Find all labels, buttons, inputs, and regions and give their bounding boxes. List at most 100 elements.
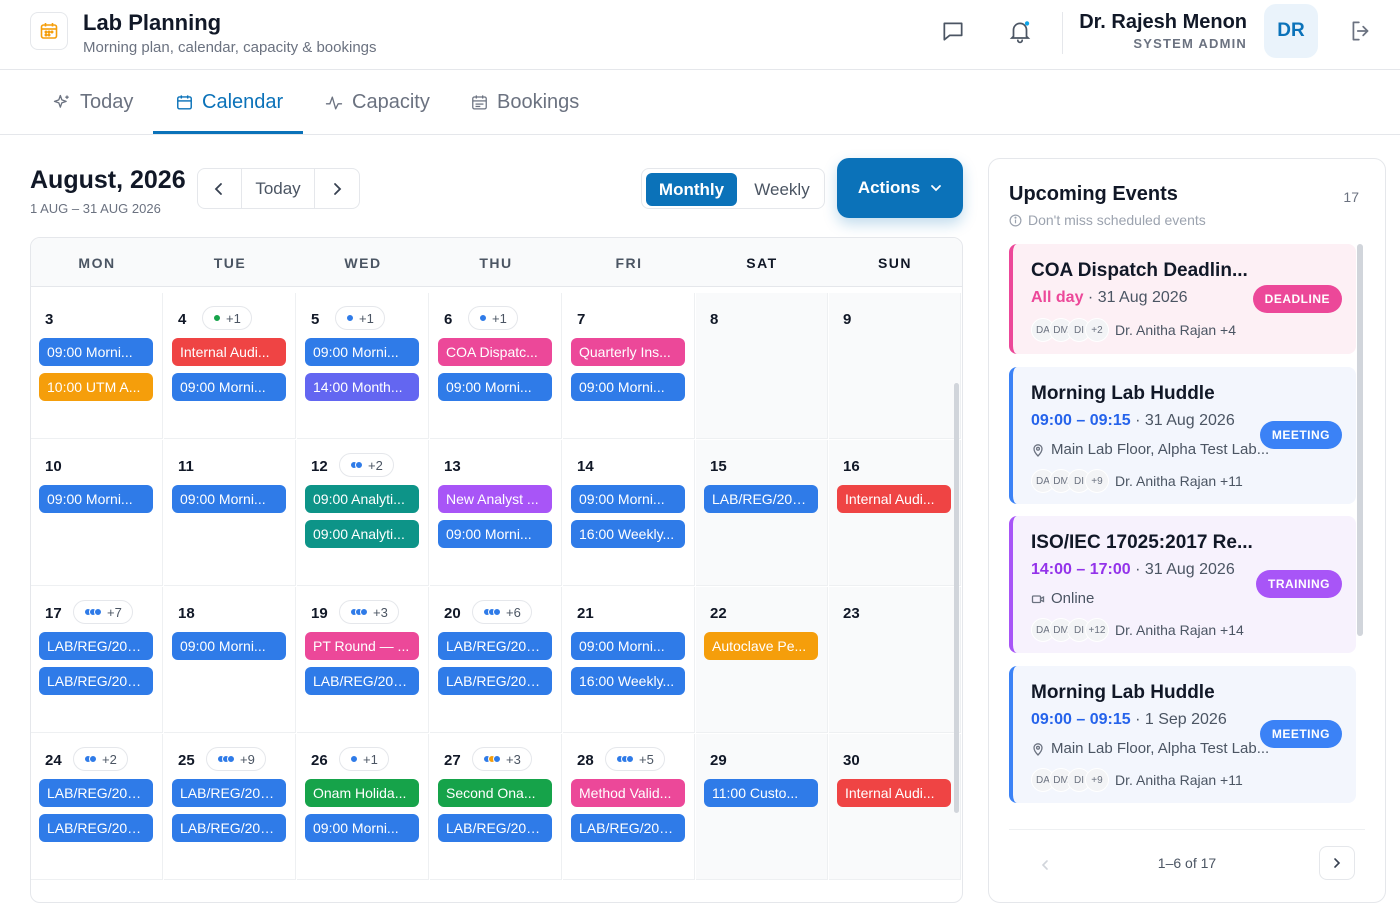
- day-cell[interactable]: 15 LAB/REG/202...: [696, 440, 828, 586]
- chat-icon[interactable]: [939, 17, 967, 45]
- event-chip[interactable]: LAB/REG/202...: [39, 814, 153, 842]
- event-card[interactable]: ISO/IEC 17025:2017 Re... 14:00 – 17:00 · …: [1009, 516, 1356, 653]
- more-events-badge[interactable]: +3: [339, 600, 399, 624]
- event-card[interactable]: Morning Lab Huddle 09:00 – 09:15 · 1 Sep …: [1009, 666, 1356, 803]
- tab-capacity[interactable]: Capacity: [324, 71, 430, 134]
- event-chip[interactable]: LAB/REG/202...: [39, 632, 153, 660]
- event-chip[interactable]: Internal Audi...: [837, 779, 951, 807]
- event-chip[interactable]: 14:00 Month...: [305, 373, 419, 401]
- event-chip[interactable]: Internal Audi...: [172, 338, 286, 366]
- day-cell[interactable]: 9: [829, 293, 961, 439]
- event-chip[interactable]: 09:00 Morni...: [305, 814, 419, 842]
- day-cell[interactable]: 12 +2 09:00 Analyti... 09:00 Analyti...: [297, 440, 429, 586]
- tab-calendar[interactable]: Calendar: [175, 71, 283, 134]
- event-chip[interactable]: 09:00 Morni...: [438, 520, 552, 548]
- event-chip[interactable]: Quarterly Ins...: [571, 338, 685, 366]
- today-button[interactable]: Today: [242, 169, 316, 208]
- day-cell[interactable]: 22 Autoclave Pe...: [696, 587, 828, 733]
- day-cell[interactable]: 13 New Analyst ... 09:00 Morni...: [430, 440, 562, 586]
- event-chip[interactable]: 16:00 Weekly...: [571, 520, 685, 548]
- event-chip[interactable]: Internal Audi...: [837, 485, 951, 513]
- more-events-badge[interactable]: +2: [73, 747, 128, 771]
- more-events-badge[interactable]: +6: [472, 600, 532, 624]
- event-chip[interactable]: LAB/REG/202...: [571, 814, 685, 842]
- avatar[interactable]: DR: [1264, 4, 1318, 58]
- day-cell[interactable]: 18 09:00 Morni...: [164, 587, 296, 733]
- event-chip[interactable]: 09:00 Morni...: [172, 373, 286, 401]
- tab-bookings[interactable]: Bookings: [470, 71, 579, 134]
- event-card[interactable]: Morning Lab Huddle 09:00 – 09:15 · 31 Aug…: [1009, 367, 1356, 504]
- logout-icon[interactable]: [1347, 17, 1375, 45]
- event-chip[interactable]: 16:00 Weekly...: [571, 667, 685, 695]
- more-events-badge[interactable]: +3: [472, 747, 532, 771]
- day-cell[interactable]: 16 Internal Audi...: [829, 440, 961, 586]
- more-events-badge[interactable]: +1: [339, 747, 389, 771]
- day-cell[interactable]: 19 +3 PT Round — ... LAB/REG/202...: [297, 587, 429, 733]
- more-events-badge[interactable]: +2: [339, 453, 394, 477]
- day-cell[interactable]: 8: [696, 293, 828, 439]
- day-cell[interactable]: 7 Quarterly Ins... 09:00 Morni...: [563, 293, 695, 439]
- event-chip[interactable]: 09:00 Morni...: [172, 632, 286, 660]
- event-chip[interactable]: 09:00 Morni...: [39, 485, 153, 513]
- day-cell[interactable]: 28 +5 Method Valid... LAB/REG/202...: [563, 734, 695, 880]
- next-page-button[interactable]: [1319, 846, 1355, 880]
- day-cell[interactable]: 14 09:00 Morni... 16:00 Weekly...: [563, 440, 695, 586]
- event-chip[interactable]: 10:00 UTM A...: [39, 373, 153, 401]
- day-cell[interactable]: 27 +3 Second Ona... LAB/REG/202...: [430, 734, 562, 880]
- day-cell[interactable]: 11 09:00 Morni...: [164, 440, 296, 586]
- event-chip[interactable]: Onam Holida...: [305, 779, 419, 807]
- event-chip[interactable]: Autoclave Pe...: [704, 632, 818, 660]
- actions-button[interactable]: Actions: [837, 158, 963, 218]
- event-chip[interactable]: 09:00 Analyti...: [305, 485, 419, 513]
- day-cell[interactable]: 24 +2 LAB/REG/202... LAB/REG/202...: [31, 734, 163, 880]
- event-chip[interactable]: 11:00 Custo...: [704, 779, 818, 807]
- event-chip[interactable]: LAB/REG/202...: [438, 667, 552, 695]
- event-chip[interactable]: Second Ona...: [438, 779, 552, 807]
- day-cell[interactable]: 3 09:00 Morni... 10:00 UTM A...: [31, 293, 163, 439]
- event-chip[interactable]: LAB/REG/202...: [438, 632, 552, 660]
- event-chip[interactable]: 09:00 Morni...: [438, 373, 552, 401]
- event-chip[interactable]: LAB/REG/202...: [172, 814, 286, 842]
- tab-today[interactable]: Today: [52, 71, 133, 134]
- calendar-scrollbar[interactable]: [954, 383, 959, 813]
- day-cell[interactable]: 4 +1 Internal Audi... 09:00 Morni...: [164, 293, 296, 439]
- event-chip[interactable]: 09:00 Morni...: [571, 632, 685, 660]
- event-card[interactable]: COA Dispatch Deadlin... All day · 31 Aug …: [1009, 244, 1356, 354]
- event-chip[interactable]: 09:00 Morni...: [571, 485, 685, 513]
- day-cell[interactable]: 29 11:00 Custo...: [696, 734, 828, 880]
- monthly-view-button[interactable]: Monthly: [646, 173, 737, 206]
- day-cell[interactable]: 10 09:00 Morni...: [31, 440, 163, 586]
- event-chip[interactable]: LAB/REG/202...: [172, 779, 286, 807]
- event-chip[interactable]: 09:00 Morni...: [305, 338, 419, 366]
- event-chip[interactable]: 09:00 Morni...: [172, 485, 286, 513]
- more-events-badge[interactable]: +5: [605, 747, 665, 771]
- event-chip[interactable]: LAB/REG/202...: [39, 667, 153, 695]
- more-events-badge[interactable]: +1: [202, 306, 252, 330]
- event-chip[interactable]: LAB/REG/202...: [39, 779, 153, 807]
- day-cell[interactable]: 17 +7 LAB/REG/202... LAB/REG/202...: [31, 587, 163, 733]
- more-events-badge[interactable]: +1: [468, 306, 518, 330]
- event-chip[interactable]: 09:00 Morni...: [571, 373, 685, 401]
- event-chip[interactable]: LAB/REG/202...: [438, 814, 552, 842]
- day-cell[interactable]: 25 +9 LAB/REG/202... LAB/REG/202...: [164, 734, 296, 880]
- event-chip[interactable]: LAB/REG/202...: [704, 485, 818, 513]
- more-events-badge[interactable]: +7: [73, 600, 133, 624]
- event-chip[interactable]: Method Valid...: [571, 779, 685, 807]
- event-chip[interactable]: COA Dispatc...: [438, 338, 552, 366]
- event-chip[interactable]: 09:00 Morni...: [39, 338, 153, 366]
- notification-bell-icon[interactable]: [1006, 17, 1034, 45]
- event-chip[interactable]: New Analyst ...: [438, 485, 552, 513]
- day-cell[interactable]: 30 Internal Audi...: [829, 734, 961, 880]
- day-cell[interactable]: 26 +1 Onam Holida... 09:00 Morni...: [297, 734, 429, 880]
- next-month-button[interactable]: [315, 169, 359, 208]
- weekly-view-button[interactable]: Weekly: [742, 173, 822, 206]
- day-cell[interactable]: 21 09:00 Morni... 16:00 Weekly...: [563, 587, 695, 733]
- event-chip[interactable]: LAB/REG/202...: [305, 667, 419, 695]
- events-scrollbar[interactable]: [1357, 244, 1363, 636]
- previous-month-button[interactable]: [198, 169, 242, 208]
- event-chip[interactable]: 09:00 Analyti...: [305, 520, 419, 548]
- event-chip[interactable]: PT Round — ...: [305, 632, 419, 660]
- more-events-badge[interactable]: +1: [335, 306, 385, 330]
- day-cell[interactable]: 6 +1 COA Dispatc... 09:00 Morni...: [430, 293, 562, 439]
- day-cell[interactable]: 20 +6 LAB/REG/202... LAB/REG/202...: [430, 587, 562, 733]
